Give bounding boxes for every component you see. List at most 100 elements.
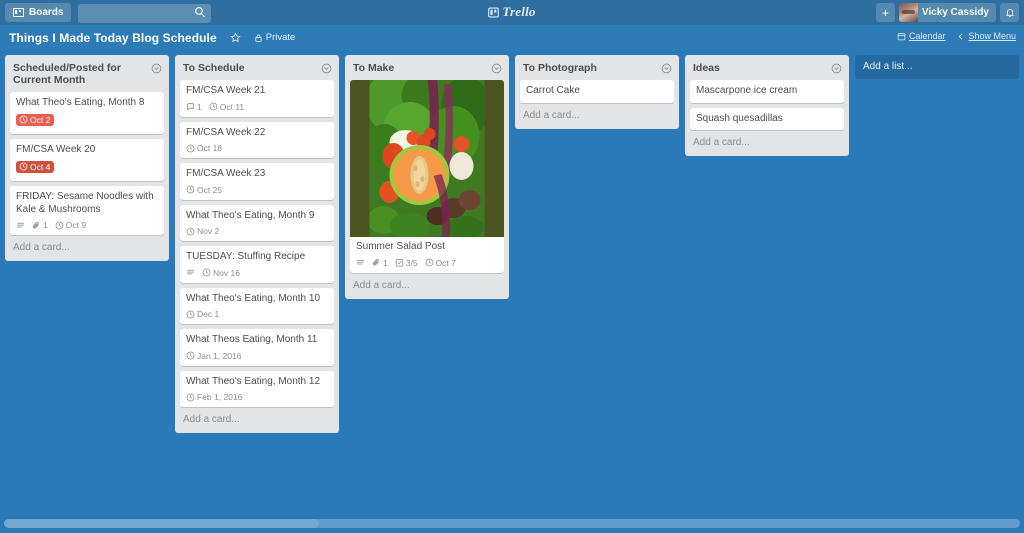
card-due-badge[interactable]: Oct 4 bbox=[16, 160, 55, 173]
card-badge-checklist: 3/5 bbox=[395, 258, 418, 268]
card-due-badge[interactable]: Oct 2 bbox=[16, 113, 55, 126]
add-card-button[interactable]: Add a card... bbox=[350, 273, 504, 299]
card[interactable]: Carrot Cake bbox=[520, 80, 674, 103]
card-title: What Theo's Eating, Month 10 bbox=[186, 292, 321, 304]
list-header: To Schedule bbox=[180, 60, 334, 80]
add-list-button[interactable]: Add a list... bbox=[855, 55, 1019, 79]
card-title: What Theo's Eating, Month 9 bbox=[186, 209, 315, 221]
horizontal-scrollbar[interactable] bbox=[0, 513, 1024, 533]
attachment-icon bbox=[32, 221, 39, 228]
comment-icon bbox=[186, 103, 195, 111]
add-card-button[interactable]: Add a card... bbox=[10, 235, 164, 261]
list-title[interactable]: To Schedule bbox=[183, 62, 245, 74]
chevron-down-circle-icon[interactable] bbox=[151, 63, 162, 74]
clock-icon bbox=[186, 144, 195, 152]
board-canvas: Scheduled/Posted for Current Month What T… bbox=[0, 50, 1024, 513]
list-title[interactable]: Scheduled/Posted for Current Month bbox=[13, 62, 147, 86]
chevron-down-circle-icon[interactable] bbox=[491, 63, 502, 74]
chevron-down-circle-icon[interactable] bbox=[661, 63, 672, 74]
card[interactable]: Summer Salad Post 1 3/5 Oct 7 bbox=[350, 80, 504, 273]
list: Scheduled/Posted for Current Month What T… bbox=[5, 55, 169, 261]
card-title: TUESDAY: Stuffing Recipe bbox=[186, 251, 306, 262]
clock-icon bbox=[186, 310, 195, 318]
search-input[interactable] bbox=[78, 4, 212, 23]
card-badge-comment: 1 bbox=[186, 102, 202, 112]
card-badges: 1 3/5 Oct 7 bbox=[356, 258, 498, 268]
search-icon[interactable] bbox=[194, 6, 206, 18]
list-title[interactable]: Ideas bbox=[693, 62, 720, 74]
clock-icon bbox=[19, 162, 28, 171]
calendar-link[interactable]: Calendar bbox=[897, 31, 945, 41]
card-badge-clock: Feb 1, 2016 bbox=[186, 392, 242, 402]
card[interactable]: Squash quesadillas bbox=[690, 107, 844, 130]
card-badge-description bbox=[16, 221, 25, 230]
clock-icon bbox=[209, 102, 218, 111]
board-visibility[interactable]: Private bbox=[254, 32, 296, 43]
card-badge-attachment: 1 bbox=[372, 258, 388, 268]
card-badges: 1 Oct 9 bbox=[16, 220, 158, 230]
list-title[interactable]: To Make bbox=[353, 62, 394, 74]
card[interactable]: What Theos Eating, Month 11 Jan 1, 2016 bbox=[180, 329, 334, 366]
boards-button[interactable]: Boards bbox=[5, 3, 72, 22]
card-badges: 1 Oct 11 bbox=[186, 102, 328, 112]
card-badge-description bbox=[356, 258, 365, 267]
card-badge-text: 1 bbox=[43, 220, 48, 230]
card[interactable]: FM/CSA Week 22 Oct 18 bbox=[180, 121, 334, 158]
add-card-button[interactable]: Add a card... bbox=[690, 130, 844, 156]
card-badge-text: Feb 1, 2016 bbox=[197, 392, 243, 402]
scrollbar-thumb[interactable] bbox=[4, 518, 319, 528]
board-visibility-label: Private bbox=[265, 32, 296, 43]
lock-icon bbox=[255, 34, 262, 42]
list-title[interactable]: To Photograph bbox=[523, 62, 597, 74]
bell-icon[interactable] bbox=[1000, 3, 1019, 22]
card[interactable]: FRIDAY: Sesame Noodles with Kale & Mushr… bbox=[10, 186, 164, 235]
clock-icon bbox=[186, 351, 195, 360]
member-name: Vicky Cassidy bbox=[921, 7, 989, 18]
chevron-down-circle-icon[interactable] bbox=[321, 63, 332, 74]
card[interactable]: What Theo's Eating, Month 9 Nov 2 bbox=[180, 204, 334, 241]
add-card-button[interactable]: Add a card... bbox=[520, 103, 674, 129]
board-icon bbox=[13, 8, 24, 17]
card-title: Squash quesadillas bbox=[696, 112, 783, 124]
card[interactable]: TUESDAY: Stuffing Recipe Nov 16 bbox=[180, 246, 334, 283]
chevron-down-circle-icon[interactable] bbox=[831, 63, 842, 74]
card[interactable]: FM/CSA Week 20 Oct 4 bbox=[10, 139, 164, 181]
description-icon bbox=[357, 259, 364, 265]
list-header: Scheduled/Posted for Current Month bbox=[10, 60, 164, 92]
card[interactable]: Mascarpone ice cream bbox=[690, 80, 844, 103]
card-title: Mascarpone ice cream bbox=[696, 85, 798, 96]
card-badges: Feb 1, 2016 bbox=[186, 392, 328, 402]
card-badge-text: 1 bbox=[383, 257, 388, 268]
description-icon bbox=[17, 222, 24, 227]
card-list: Summer Salad Post 1 3/5 Oct 7 bbox=[350, 80, 504, 273]
chevron-left-icon bbox=[959, 33, 963, 39]
description-icon bbox=[187, 269, 194, 275]
card-badge-description bbox=[186, 268, 195, 277]
card-badges: Oct 25 bbox=[186, 185, 328, 195]
scrollbar-track[interactable] bbox=[4, 518, 1020, 528]
card-badge-clock: Jan 1, 2016 bbox=[186, 351, 241, 361]
card[interactable]: What Theo's Eating, Month 10 Dec 1 bbox=[180, 287, 334, 324]
search-container bbox=[78, 3, 212, 23]
global-navbar: Boards Trello + Vicky Cassidy bbox=[0, 0, 1024, 25]
clock-icon bbox=[55, 221, 64, 229]
board-header-actions: Calendar Show Menu bbox=[897, 31, 1016, 41]
star-icon[interactable] bbox=[229, 32, 241, 43]
attachment-icon bbox=[372, 258, 379, 266]
card[interactable]: FM/CSA Week 23 Oct 25 bbox=[180, 163, 334, 200]
card-badge-text: Oct 25 bbox=[197, 184, 223, 195]
add-card-button[interactable]: Add a card... bbox=[180, 407, 334, 433]
card-badge-clock: Nov 16 bbox=[202, 268, 240, 278]
card-badges: Nov 2 bbox=[186, 226, 328, 236]
card-list: Mascarpone ice cream Squash quesadillas bbox=[690, 80, 844, 130]
card-badge-attachment: 1 bbox=[32, 220, 48, 230]
card[interactable]: What Theo's Eating, Month 8 Oct 2 bbox=[10, 92, 164, 134]
add-button[interactable]: + bbox=[875, 3, 895, 22]
clock-icon bbox=[186, 185, 195, 194]
avatar bbox=[898, 3, 918, 22]
member-menu[interactable]: Vicky Cassidy bbox=[898, 3, 996, 22]
card[interactable]: What Theo's Eating, Month 12 Feb 1, 2016 bbox=[180, 370, 334, 407]
list-header: Ideas bbox=[690, 60, 844, 80]
card[interactable]: FM/CSA Week 21 1 Oct 11 bbox=[180, 80, 334, 117]
show-menu-link[interactable]: Show Menu bbox=[957, 31, 1016, 41]
